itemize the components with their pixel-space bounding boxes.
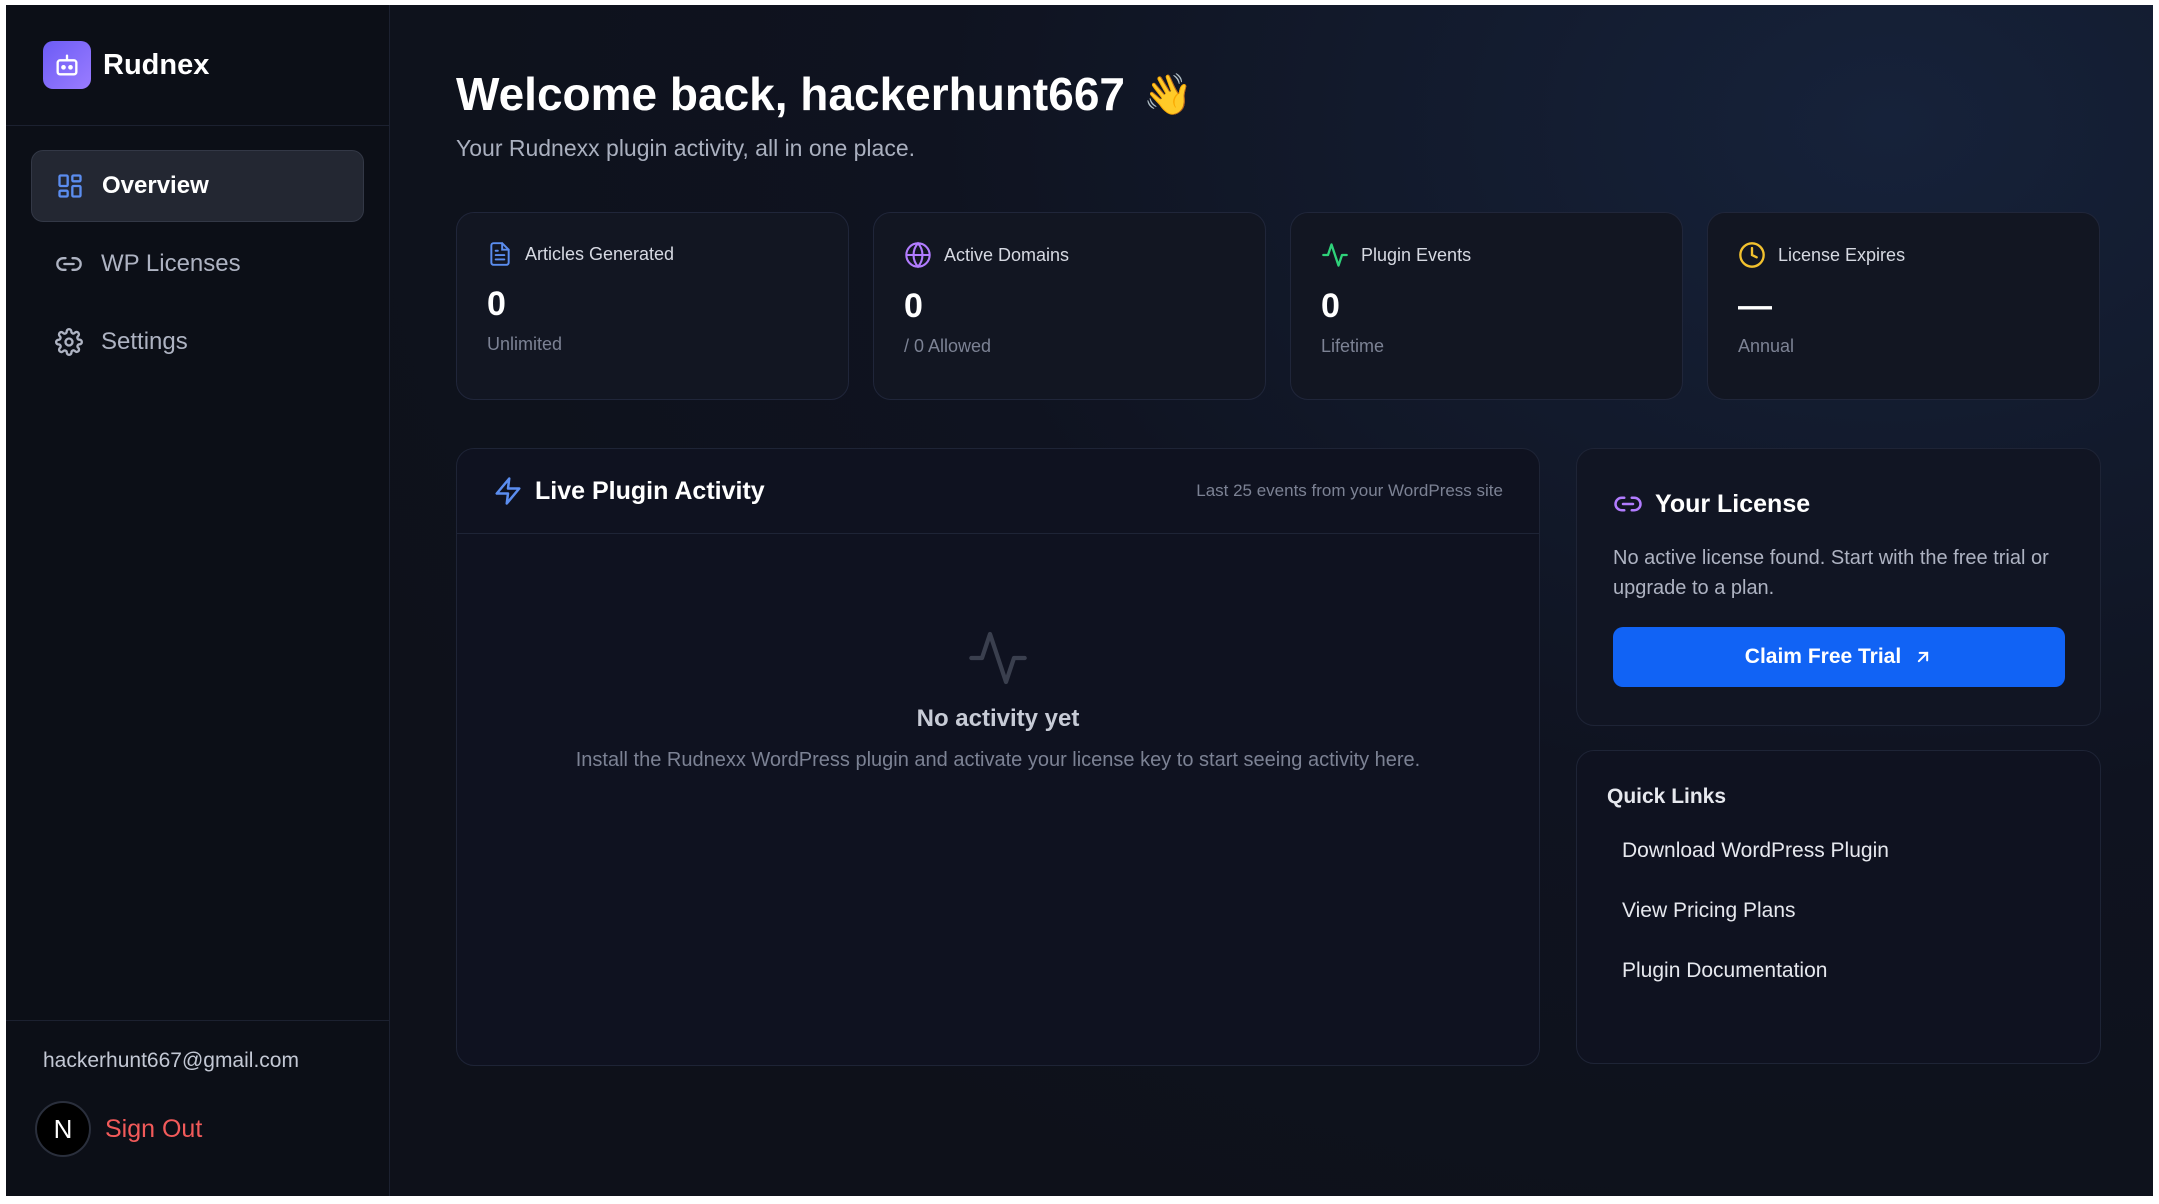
sidebar-footer: hackerhunt667@gmail.com N Sign Out <box>6 1020 389 1196</box>
link-icon <box>1614 496 1642 512</box>
stat-card-articles: Articles Generated 0 Unlimited <box>456 212 849 400</box>
brand[interactable]: Rudnex <box>6 5 389 126</box>
right-column: Your License No active license found. St… <box>1576 448 2101 1066</box>
sidebar-item-label: Settings <box>101 328 188 355</box>
wave-emoji-icon: 👋 <box>1143 72 1193 117</box>
robot-icon <box>43 41 91 89</box>
brand-name: Rudnex <box>103 48 210 81</box>
stat-value: 0 <box>487 285 506 323</box>
page-title: Welcome back, hackerhunt667 👋 <box>456 67 2153 121</box>
stat-value: 0 <box>1321 287 1340 325</box>
sidebar-nav: Overview WP Licenses Settings <box>6 126 389 1020</box>
globe-icon <box>905 241 931 269</box>
stat-card-license-expires: License Expires — Annual <box>1707 212 2100 400</box>
sidebar: Rudnex Overview WP Licenses Settings hac… <box>6 5 390 1196</box>
license-card: Your License No active license found. St… <box>1576 448 2101 726</box>
app-window: Rudnex Overview WP Licenses Settings hac… <box>6 5 2153 1196</box>
license-title: Your License <box>1655 489 1811 518</box>
stat-sub: / 0 Allowed <box>904 336 992 356</box>
quick-links-card: Quick Links Download WordPress Plugin Vi… <box>1576 750 2101 1064</box>
document-icon <box>490 242 510 266</box>
sidebar-item-label: Overview <box>102 172 209 199</box>
pulse-icon <box>969 631 1027 685</box>
link-icon <box>56 257 82 271</box>
claim-button-label: Claim Free Trial <box>1744 645 1902 668</box>
stats-row: Articles Generated 0 Unlimited Active Do… <box>456 212 2101 400</box>
stat-label: Active Domains <box>944 244 1070 265</box>
activity-header: Live Plugin Activity Last 25 events from… <box>457 449 1539 534</box>
stat-label: License Expires <box>1778 244 1906 265</box>
stat-label: Plugin Events <box>1361 244 1472 265</box>
stat-sub: Unlimited <box>487 334 563 354</box>
activity-title: Live Plugin Activity <box>535 476 765 505</box>
dashboard-grid-icon <box>58 174 82 198</box>
quick-link-documentation[interactable]: Plugin Documentation <box>1607 959 2070 983</box>
lower-section: Live Plugin Activity Last 25 events from… <box>456 448 2101 1066</box>
stat-value: — <box>1738 287 1772 325</box>
arrow-up-right-icon <box>1918 651 1929 663</box>
live-activity-panel: Live Plugin Activity Last 25 events from… <box>456 448 1540 1066</box>
sidebar-item-settings[interactable]: Settings <box>31 306 364 378</box>
quick-link-download-plugin[interactable]: Download WordPress Plugin <box>1607 839 2070 863</box>
quick-links-title: Quick Links <box>1607 785 1727 808</box>
gear-icon <box>55 328 83 356</box>
page-subtitle: Your Rudnexx plugin activity, all in one… <box>456 135 916 161</box>
empty-state-title: No activity yet <box>916 705 1080 732</box>
claim-free-trial-button[interactable]: Claim Free Trial <box>1613 627 2065 687</box>
page-title-text: Welcome back, hackerhunt667 <box>456 68 1125 120</box>
pulse-icon <box>1322 243 1348 267</box>
sidebar-item-overview[interactable]: Overview <box>31 150 364 222</box>
lightning-icon <box>495 477 521 505</box>
clock-icon <box>1739 242 1765 268</box>
sidebar-item-wp-licenses[interactable]: WP Licenses <box>31 228 364 300</box>
license-text: No active license found. Start with the … <box>1613 547 2049 599</box>
empty-state: No activity yet Install the Rudnexx Word… <box>457 534 1539 772</box>
avatar[interactable]: N <box>35 1101 91 1157</box>
stat-sub: Lifetime <box>1321 336 1385 356</box>
stat-value: 0 <box>904 287 923 325</box>
quick-link-pricing-plans[interactable]: View Pricing Plans <box>1607 899 2070 923</box>
user-email: hackerhunt667@gmail.com <box>43 1049 299 1072</box>
activity-meta: Last 25 events from your WordPress site <box>1196 481 1503 500</box>
stat-card-events: Plugin Events 0 Lifetime <box>1290 212 1683 400</box>
stat-label: Articles Generated <box>525 243 675 264</box>
sign-out-button[interactable]: Sign Out <box>105 1115 202 1144</box>
signout-row: N Sign Out <box>35 1101 389 1157</box>
stat-sub: Annual <box>1738 336 1795 356</box>
sidebar-item-label: WP Licenses <box>101 250 241 277</box>
stat-card-domains: Active Domains 0 / 0 Allowed <box>873 212 1266 400</box>
empty-state-description: Install the Rudnexx WordPress plugin and… <box>575 749 1421 771</box>
main-content: Welcome back, hackerhunt667 👋 Your Rudne… <box>390 5 2153 1196</box>
